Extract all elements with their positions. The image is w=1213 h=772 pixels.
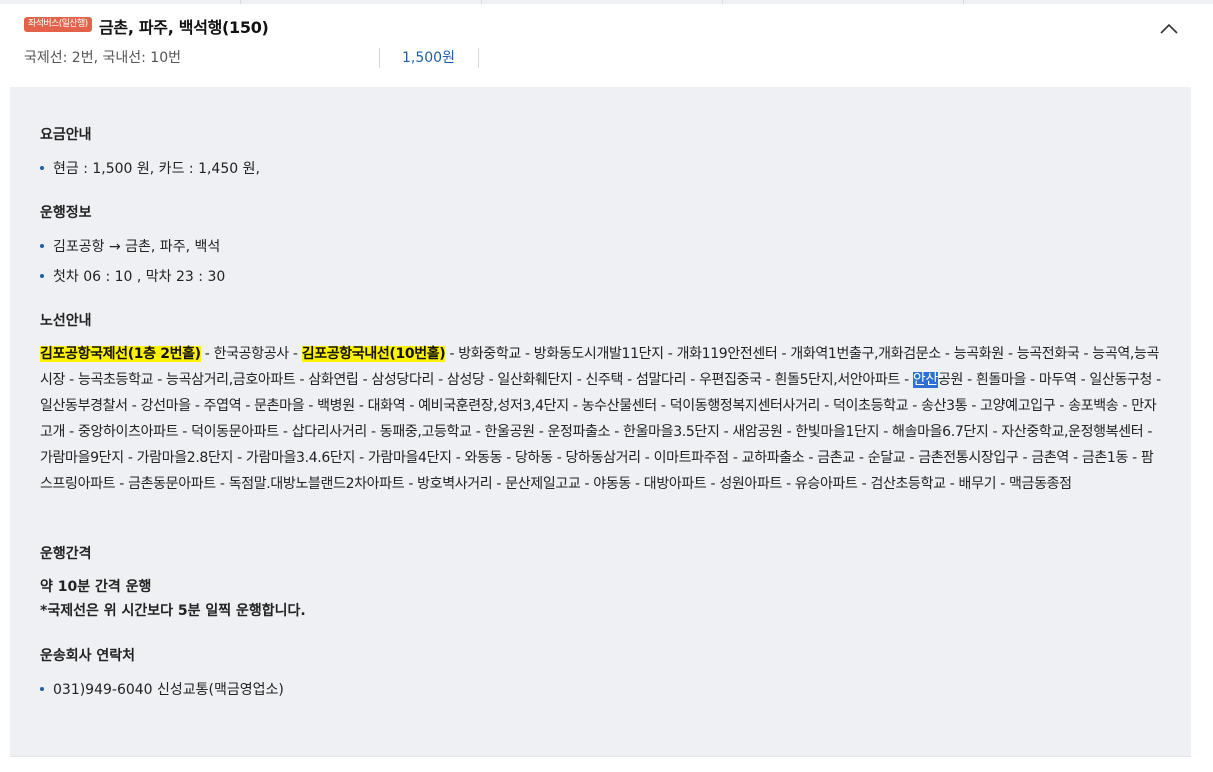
selected-text: 안산 <box>912 372 938 388</box>
interval-note: *국제선은 위 시간보다 5분 일찍 운행합니다. <box>40 603 306 619</box>
bullet-icon <box>40 274 44 278</box>
bullet-icon <box>40 166 44 170</box>
chevron-up-icon <box>1160 24 1178 34</box>
fare-value: 1,500원 <box>402 50 455 66</box>
highlighted-stop: 김포공항국제선(1층 2번홀) <box>40 346 201 362</box>
interval-text: 약 10분 간격 운행 <box>40 579 152 595</box>
list-item: 현금 : 1,500 원, 카드 : 1,450 원, <box>40 158 260 178</box>
route-header[interactable]: 좌석버스(일산행) 금촌, 파주, 백석행(150) 국제선: 2번, 국내선:… <box>0 4 1213 87</box>
route-section-title: 노선안내 <box>40 313 92 329</box>
route-detail-panel: 요금안내 현금 : 1,500 원, 카드 : 1,450 원, 운행정보 김포… <box>10 87 1191 757</box>
list-item: 031)949-6040 신성교통(맥금영업소) <box>40 679 284 699</box>
interval-section-title: 운행간격 <box>40 546 92 562</box>
bus-type-badge: 좌석버스(일산행) <box>24 17 92 32</box>
highlighted-stop: 김포공항국내선(10번홀) <box>301 346 446 362</box>
operation-section-title: 운행정보 <box>40 205 92 221</box>
divider <box>478 48 479 68</box>
platform-info: 국제선: 2번, 국내선: 10번 <box>24 50 181 66</box>
bullet-icon <box>40 687 44 691</box>
fare-section-title: 요금안내 <box>40 127 92 143</box>
divider <box>379 48 380 68</box>
collapse-button[interactable] <box>1154 14 1184 44</box>
list-item: 첫차 06 : 10 , 막차 23 : 30 <box>40 266 225 286</box>
route-title: 금촌, 파주, 백석행(150) <box>99 18 269 37</box>
list-item: 김포공항 → 금촌, 파주, 백석 <box>40 236 220 256</box>
route-stop-list: 김포공항국제선(1층 2번홀) - 한국공항공사 - 김포공항국내선(10번홀)… <box>40 346 1161 492</box>
bullet-icon <box>40 244 44 248</box>
contact-section-title: 운송회사 연락처 <box>40 648 136 664</box>
